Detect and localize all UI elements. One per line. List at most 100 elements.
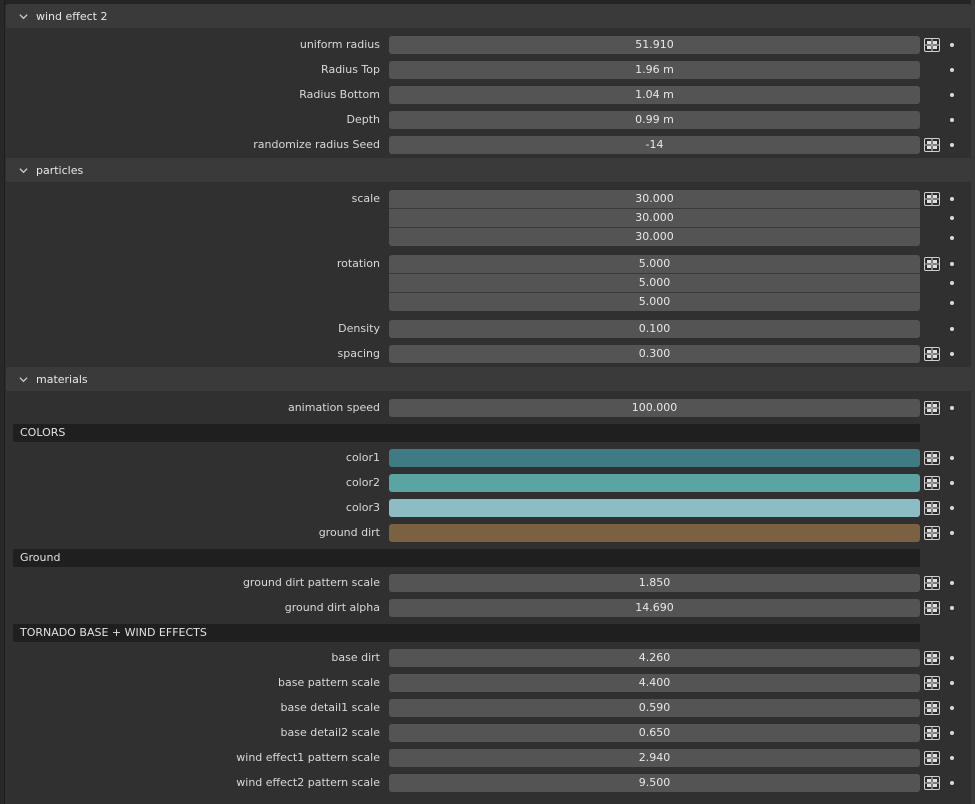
radius-top-label: Radius Top <box>321 63 380 76</box>
node-socket-icon[interactable] <box>923 700 941 716</box>
wind-effect2-pattern-scale-field[interactable]: 9.500 <box>389 774 920 792</box>
base-pattern-scale-label: base pattern scale <box>278 676 380 689</box>
keyframe-dot-icon[interactable] <box>950 68 954 72</box>
base-detail1-scale-field[interactable]: 0.590 <box>389 699 920 717</box>
keyframe-dot-icon[interactable] <box>950 406 954 410</box>
node-socket-icon[interactable] <box>923 525 941 541</box>
wind-effect1-pattern-scale-field[interactable]: 2.940 <box>389 749 920 767</box>
keyframe-dot-icon[interactable] <box>950 236 954 240</box>
randomize-seed-field[interactable]: -14 <box>389 136 920 154</box>
panel-header-materials[interactable]: materials <box>6 367 971 391</box>
density-field[interactable]: 0.100 <box>389 320 920 338</box>
section-heading-ground: Ground <box>13 549 920 567</box>
base-dirt-label: base dirt <box>331 651 380 664</box>
keyframe-dot-icon[interactable] <box>950 456 954 460</box>
keyframe-dot-icon[interactable] <box>950 216 954 220</box>
keyframe-dot-icon[interactable] <box>950 281 954 285</box>
chevron-down-icon[interactable] <box>16 367 30 391</box>
rotation-y-field[interactable]: 5.000 <box>389 274 920 292</box>
scale-y-field[interactable]: 30.000 <box>389 209 920 227</box>
node-socket-icon[interactable] <box>923 191 941 207</box>
node-socket-icon[interactable] <box>923 725 941 741</box>
base-detail1-scale-label: base detail1 scale <box>280 701 380 714</box>
keyframe-dot-icon[interactable] <box>950 706 954 710</box>
radius-bottom-field[interactable]: 1.04 m <box>389 86 920 104</box>
keyframe-dot-icon[interactable] <box>950 143 954 147</box>
color3-label: color3 <box>345 501 380 514</box>
panel-header-particles[interactable]: particles <box>6 158 971 182</box>
panel-title: particles <box>36 163 84 177</box>
uniform-radius-field[interactable]: 51.910 <box>389 36 920 54</box>
keyframe-dot-icon[interactable] <box>950 262 954 266</box>
keyframe-dot-icon[interactable] <box>950 531 954 535</box>
node-socket-icon[interactable] <box>923 675 941 691</box>
keyframe-dot-icon[interactable] <box>950 327 954 331</box>
base-pattern-scale-field[interactable]: 4.400 <box>389 674 920 692</box>
node-socket-icon[interactable] <box>923 775 941 791</box>
rotation-z-field[interactable]: 5.000 <box>389 293 920 311</box>
base-detail2-scale-label: base detail2 scale <box>280 726 380 739</box>
base-dirt-field[interactable]: 4.260 <box>389 649 920 667</box>
keyframe-dot-icon[interactable] <box>950 197 954 201</box>
keyframe-dot-icon[interactable] <box>950 581 954 585</box>
keyframe-dot-icon[interactable] <box>950 656 954 660</box>
color1-swatch[interactable] <box>389 449 920 467</box>
keyframe-dot-icon[interactable] <box>950 118 954 122</box>
node-socket-icon[interactable] <box>923 37 941 53</box>
node-socket-icon[interactable] <box>923 575 941 591</box>
keyframe-dot-icon[interactable] <box>950 93 954 97</box>
keyframe-dot-icon[interactable] <box>950 481 954 485</box>
panel-header-wind-effect-2[interactable]: wind effect 2 <box>6 4 971 28</box>
node-socket-icon[interactable] <box>923 650 941 666</box>
chevron-down-icon[interactable] <box>16 4 30 28</box>
node-socket-icon[interactable] <box>923 600 941 616</box>
rotation-x-field[interactable]: 5.000 <box>389 255 920 273</box>
depth-field[interactable]: 0.99 m <box>389 111 920 129</box>
radius-top-field[interactable]: 1.96 m <box>389 61 920 79</box>
keyframe-dot-icon[interactable] <box>950 681 954 685</box>
ground-dirt-alpha-field[interactable]: 14.690 <box>389 599 920 617</box>
node-socket-icon[interactable] <box>923 475 941 491</box>
panel-title: materials <box>36 372 88 386</box>
keyframe-dot-icon[interactable] <box>950 43 954 47</box>
wind-effect2-pattern-scale-label: wind effect2 pattern scale <box>236 776 380 789</box>
ground-dirt-swatch[interactable] <box>389 524 920 542</box>
color3-swatch[interactable] <box>389 499 920 517</box>
keyframe-dot-icon[interactable] <box>950 781 954 785</box>
node-socket-icon[interactable] <box>923 137 941 153</box>
keyframe-dot-icon[interactable] <box>950 606 954 610</box>
chevron-down-icon[interactable] <box>16 158 30 182</box>
node-socket-icon[interactable] <box>923 400 941 416</box>
section-heading-colors: COLORS <box>13 424 920 442</box>
randomize-seed-label: randomize radius Seed <box>253 138 380 151</box>
node-socket-icon[interactable] <box>923 256 941 272</box>
ground-dirt-pattern-scale-field[interactable]: 1.850 <box>389 574 920 592</box>
keyframe-dot-icon[interactable] <box>950 352 954 356</box>
color2-swatch[interactable] <box>389 474 920 492</box>
depth-label: Depth <box>346 113 380 126</box>
keyframe-dot-icon[interactable] <box>950 756 954 760</box>
spacing-field[interactable]: 0.300 <box>389 345 920 363</box>
node-socket-icon[interactable] <box>923 500 941 516</box>
node-socket-icon[interactable] <box>923 750 941 766</box>
color2-label: color2 <box>345 476 380 489</box>
node-socket-icon[interactable] <box>923 346 941 362</box>
keyframe-dot-icon[interactable] <box>950 731 954 735</box>
keyframe-dot-icon[interactable] <box>950 506 954 510</box>
ground-dirt-alpha-label: ground dirt alpha <box>284 601 380 614</box>
node-socket-icon[interactable] <box>923 450 941 466</box>
scale-x-field[interactable]: 30.000 <box>389 190 920 208</box>
scale-z-field[interactable]: 30.000 <box>389 228 920 246</box>
base-detail2-scale-field[interactable]: 0.650 <box>389 724 920 742</box>
spacing-label: spacing <box>337 347 380 360</box>
animation-speed-field[interactable]: 100.000 <box>389 399 920 417</box>
animation-speed-label: animation speed <box>287 401 380 414</box>
color1-label: color1 <box>345 451 380 464</box>
keyframe-dot-icon[interactable] <box>950 301 954 305</box>
scrollbar[interactable] <box>971 0 975 804</box>
radius-bottom-label: Radius Bottom <box>299 88 380 101</box>
panel-title: wind effect 2 <box>36 9 108 23</box>
section-heading-tornado-base: TORNADO BASE + WIND EFFECTS <box>13 624 920 642</box>
ground-dirt-pattern-scale-label: ground dirt pattern scale <box>242 576 380 589</box>
rotation-label: rotation <box>336 257 380 270</box>
